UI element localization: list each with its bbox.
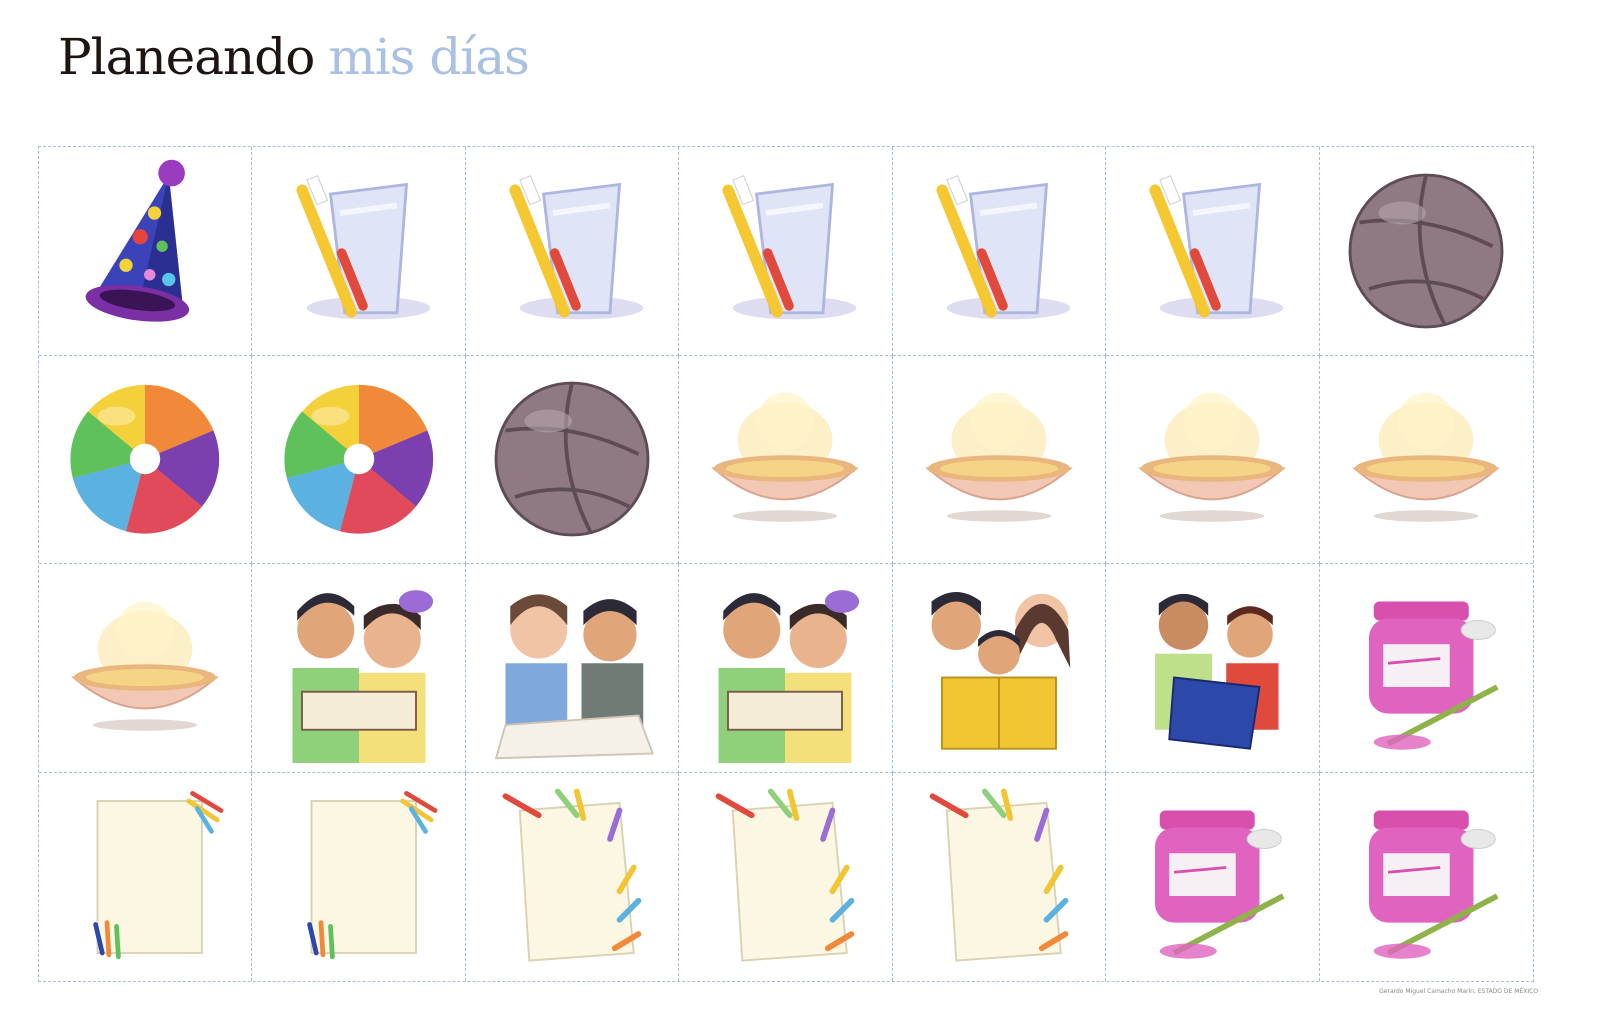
toothbrush-glass-illustration [509,174,644,320]
paper-crayons-tilted-illustration [929,788,1069,962]
children-doing-homework-illustration [494,594,655,759]
card-volleyball[interactable] [465,355,680,564]
card-paper-crayons-tilted[interactable] [893,772,1107,981]
soup-bowl-illustration [1138,392,1287,522]
card-toothbrush-glass[interactable] [679,147,893,356]
page-title-part2: mis días [328,28,529,86]
card-paper-crayons[interactable] [252,772,466,981]
paint-jar-illustration [1369,810,1499,959]
paint-jar-illustration [1369,601,1499,750]
paper-crayons-illustration [306,790,437,959]
card-family-reading-book[interactable] [892,564,1107,773]
card-toothbrush-glass[interactable] [892,147,1107,356]
paper-crayons-tilted-illustration [502,788,642,962]
beach-ball-illustration [70,385,220,534]
card-soup-bowl[interactable] [892,355,1107,564]
family-reading-book-illustration [931,591,1071,750]
volleyball-illustration [494,381,650,537]
toothbrush-glass-illustration [936,174,1071,320]
volleyball-illustration [1348,173,1504,329]
page-title-part1: Planeando [58,28,315,86]
paint-jar-illustration [1155,810,1285,959]
soup-bowl-illustration [711,392,860,522]
paper-crayons-tilted-illustration [716,788,855,962]
card-paper-crayons-tilted[interactable] [466,772,680,981]
card-children-reading-book[interactable] [679,564,893,773]
toothbrush-glass-illustration [296,174,430,320]
card-paper-crayons[interactable] [39,772,253,981]
card-toothbrush-glass[interactable] [465,147,680,356]
card-children-reading-book[interactable] [252,564,466,773]
paper-crayons-illustration [93,790,224,959]
toothbrush-glass-illustration [722,174,857,320]
party-hat-illustration [85,159,190,322]
page-title: Planeando mis días [58,22,530,92]
card-party-hat[interactable] [39,147,253,356]
card-paper-crayons-tilted[interactable] [679,772,893,981]
card-paint-jar[interactable] [1319,564,1533,773]
card-toothbrush-glass[interactable] [1106,147,1320,356]
card-soup-bowl[interactable] [679,355,893,564]
card-paint-jar[interactable] [1106,772,1320,981]
soup-bowl-illustration [71,601,220,731]
illustrator-credit: Gerardo Miguel Camacho Marín, ESTADO DE … [1379,988,1538,995]
card-toothbrush-glass[interactable] [252,147,466,356]
card-volleyball[interactable] [1319,147,1533,356]
card-paint-jar[interactable] [1320,773,1533,982]
card-soup-bowl[interactable] [39,564,253,773]
activity-cards-grid [38,146,1534,982]
beach-ball-illustration [284,385,433,534]
toothbrush-glass-illustration [1149,174,1284,320]
boys-reading-book-illustration [1155,593,1279,750]
card-boys-reading-book[interactable] [1106,564,1320,773]
card-soup-bowl[interactable] [1319,356,1533,564]
soup-bowl-illustration [925,392,1073,522]
card-beach-ball[interactable] [39,355,253,564]
card-beach-ball[interactable] [252,355,466,564]
card-soup-bowl[interactable] [1106,355,1320,564]
children-reading-book-illustration [292,589,433,763]
soup-bowl-illustration [1352,392,1501,522]
card-children-doing-homework[interactable] [465,564,680,773]
children-reading-book-illustration [718,589,860,763]
